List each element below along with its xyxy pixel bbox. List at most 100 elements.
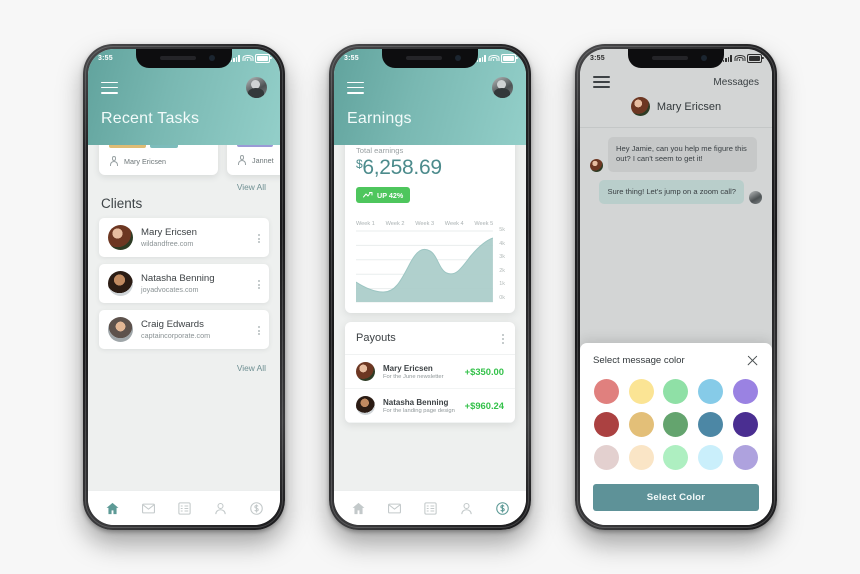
- tasks-view-all-link[interactable]: View All: [237, 182, 266, 192]
- front-camera: [701, 55, 707, 61]
- color-swatch[interactable]: [594, 379, 620, 404]
- kebab-menu-icon[interactable]: [502, 332, 504, 344]
- color-swatch[interactable]: [732, 445, 758, 470]
- amount-value: 6,258.69: [362, 156, 442, 179]
- payout-info: Natasha Benning For the landing page des…: [383, 398, 457, 414]
- trending-up-icon: [363, 192, 373, 198]
- clients-section-title: Clients: [101, 196, 143, 212]
- color-swatch[interactable]: [628, 412, 654, 437]
- nav-envelope-icon[interactable]: [141, 501, 156, 516]
- phone-recent-tasks: 3:55 Recent Tasks March: [83, 44, 285, 530]
- nav-home-icon[interactable]: [351, 501, 366, 516]
- user-avatar[interactable]: [246, 77, 267, 98]
- color-swatch[interactable]: [663, 445, 689, 470]
- nav-person-icon[interactable]: [459, 501, 474, 516]
- clients-view-all-wrap: View All: [88, 356, 280, 373]
- color-picker-header: Select message color: [593, 354, 759, 367]
- color-swatch[interactable]: [628, 379, 654, 404]
- monthly-report-card: Monthly Report July 2016 Total earnings …: [345, 145, 515, 313]
- payout-row[interactable]: Natasha Benning For the landing page des…: [345, 389, 515, 423]
- nav-dollar-circle-icon[interactable]: [495, 501, 510, 516]
- total-earnings-label: Total earnings: [356, 146, 404, 155]
- battery-icon: [255, 54, 272, 63]
- payout-row[interactable]: Mary Ericsen For the June newsletter +$3…: [345, 355, 515, 389]
- trend-label: UP 42%: [377, 190, 404, 200]
- task-card[interactable]: March Newsletter URGENT EASY Mary Ericse…: [99, 145, 218, 176]
- client-row[interactable]: Natasha Benning joyadvocates.com: [99, 264, 269, 304]
- screen-recent-tasks: 3:55 Recent Tasks March: [88, 49, 280, 525]
- front-camera: [455, 55, 461, 61]
- nav-person-icon[interactable]: [213, 501, 228, 516]
- color-swatch[interactable]: [732, 412, 758, 437]
- color-swatch[interactable]: [698, 412, 724, 437]
- color-swatch[interactable]: [663, 379, 689, 404]
- color-swatch-grid: [593, 379, 759, 470]
- task-tag-urgent: URGENT: [109, 145, 147, 149]
- battery-icon: [747, 54, 764, 63]
- chart-y-tick: 5k: [499, 227, 505, 233]
- color-swatch[interactable]: [698, 445, 724, 470]
- message-bubble: Sure thing! Let's jump on a zoom call?: [599, 179, 744, 205]
- earpiece-speaker: [406, 56, 442, 60]
- client-site: wildandfree.com: [141, 239, 194, 249]
- color-swatch[interactable]: [594, 445, 620, 470]
- signal-bars-icon: [476, 55, 486, 62]
- hamburger-menu-icon[interactable]: [347, 81, 364, 94]
- chart-y-tick: 4k: [499, 240, 505, 247]
- task-tags: MEDIUM: [237, 145, 280, 147]
- close-icon[interactable]: [746, 354, 759, 367]
- user-avatar[interactable]: [492, 77, 513, 98]
- status-icons: [476, 54, 518, 63]
- hamburger-menu-icon[interactable]: [101, 81, 118, 94]
- contact-name: Mary Ericsen: [656, 100, 722, 113]
- color-swatch[interactable]: [663, 412, 689, 437]
- client-info: Natasha Benning joyadvocates.com: [141, 273, 250, 295]
- payout-avatar: [356, 362, 375, 381]
- conversation-contact: Mary Ericsen: [580, 88, 772, 127]
- content-recent-tasks: March Newsletter URGENT EASY Mary Ericse…: [88, 145, 280, 490]
- content-earnings: Monthly Report July 2016 Total earnings …: [334, 145, 526, 490]
- payout-avatar: [356, 396, 375, 415]
- kebab-menu-icon[interactable]: [258, 324, 260, 336]
- payouts-card: Payouts Mary Ericsen For the June newsle…: [345, 322, 515, 423]
- trend-badge: UP 42%: [356, 187, 411, 203]
- task-card-list: March Newsletter URGENT EASY Mary Ericse…: [88, 145, 280, 176]
- color-swatch[interactable]: [594, 412, 620, 437]
- payout-info: Mary Ericsen For the June newsletter: [383, 364, 457, 380]
- task-tag-medium: MEDIUM: [237, 145, 274, 147]
- header-bar: [88, 68, 280, 98]
- nav-checklist-icon[interactable]: [423, 501, 438, 516]
- screen-earnings: 3:55 Earnings Monthly Re: [334, 49, 526, 525]
- report-summary: Monthly Report July 2016 Total earnings …: [345, 145, 515, 212]
- message-bubble: Hey Jamie, can you help me figure this o…: [608, 137, 757, 172]
- task-tag-easy: EASY: [150, 145, 178, 149]
- kebab-menu-icon[interactable]: [258, 232, 260, 244]
- nav-checklist-icon[interactable]: [177, 501, 192, 516]
- payout-desc: For the landing page design: [383, 407, 455, 414]
- hamburger-menu-icon[interactable]: [593, 76, 610, 88]
- clients-view-all-link[interactable]: View All: [237, 363, 266, 373]
- phone-notch: [136, 49, 232, 68]
- color-picker-title: Select message color: [593, 355, 685, 366]
- messages-title: Messages: [713, 76, 759, 88]
- task-card[interactable]: Leader MEDIUM Jannet: [227, 145, 280, 176]
- client-row[interactable]: Mary Ericsen wildandfree.com: [99, 218, 269, 258]
- kebab-menu-icon[interactable]: [258, 278, 260, 290]
- nav-home-icon[interactable]: [105, 501, 120, 516]
- nav-envelope-icon[interactable]: [387, 501, 402, 516]
- phone-messages: 3:55 Messages Mary Ericsen Hey Jamie, ca…: [575, 44, 777, 530]
- chart-y-labels: 5k 4k 3k 2k 1k 0k: [499, 227, 505, 303]
- message-avatar: [749, 191, 762, 205]
- color-swatch[interactable]: [698, 379, 724, 404]
- client-row[interactable]: Craig Edwards captaincorporate.com: [99, 310, 269, 350]
- color-swatch[interactable]: [628, 445, 654, 470]
- select-color-button[interactable]: Select Color: [593, 484, 759, 511]
- nav-dollar-circle-icon[interactable]: [249, 501, 264, 516]
- status-icons: [722, 54, 764, 63]
- client-name: Craig Edwards: [141, 318, 204, 330]
- phone-notch: [628, 49, 724, 68]
- messages-top-bar: Messages: [580, 68, 772, 88]
- task-tags: URGENT EASY: [109, 145, 208, 149]
- header-bar: [334, 68, 526, 98]
- color-swatch[interactable]: [732, 379, 758, 404]
